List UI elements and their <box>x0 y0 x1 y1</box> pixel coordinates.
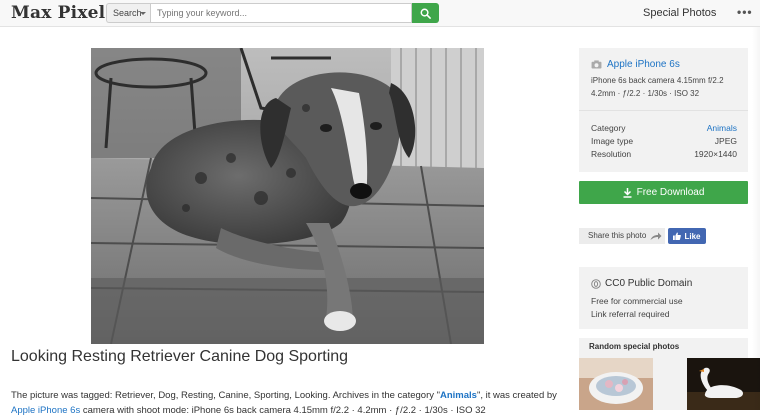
image-info-card: Category Animals Image type JPEG Resolut… <box>579 110 748 172</box>
info-row-resolution: Resolution 1920×1440 <box>591 149 737 159</box>
info-value: JPEG <box>714 136 737 146</box>
photo-description: The picture was tagged: Retriever, Dog, … <box>11 388 571 418</box>
info-row-image-type: Image type JPEG <box>591 136 737 146</box>
desc-text-prefix: The picture was tagged: Retriever, Dog, … <box>11 390 440 401</box>
photo-title: Looking Resting Retriever Canine Dog Spo… <box>11 348 349 365</box>
random-photo-thumb-swan[interactable] <box>687 358 760 410</box>
cc0-icon <box>591 278 601 289</box>
bowl-thumbnail-image <box>579 358 653 410</box>
info-value: 1920×1440 <box>694 149 737 159</box>
more-menu-icon[interactable]: ••• <box>737 5 753 19</box>
info-label: Image type <box>591 136 634 146</box>
camera-lens: iPhone 6s back camera 4.15mm f/2.2 <box>591 76 724 85</box>
camera-icon <box>591 60 602 69</box>
main-photo[interactable] <box>91 48 484 344</box>
random-photos-title: Random special photos <box>589 342 680 351</box>
caret-down-icon <box>140 12 146 15</box>
license-title: CC0 Public Domain <box>591 278 692 289</box>
category-link[interactable]: Animals <box>440 390 477 401</box>
swan-thumbnail-image <box>687 358 760 410</box>
desc-text-middle: ", it was created by <box>476 390 557 401</box>
camera-settings: 4.2mm · ƒ/2.2 · 1/30s · ISO 32 <box>591 89 700 98</box>
search-icon <box>420 8 431 19</box>
desc-text-suffix: camera with shoot mode: iPhone 6s back c… <box>80 405 486 416</box>
camera-name: Apple iPhone 6s <box>607 59 680 70</box>
page-edge <box>752 27 760 410</box>
license-line-commercial: Free for commercial use <box>591 296 683 306</box>
like-label: Like <box>684 231 701 241</box>
license-card: CC0 Public Domain Free for commercial us… <box>579 267 748 329</box>
share-label: Share this photo <box>588 231 647 240</box>
info-row-category: Category Animals <box>591 123 737 133</box>
info-label: Category <box>591 123 626 133</box>
search-input[interactable] <box>150 3 412 23</box>
share-label-box: Share this photo <box>579 228 665 244</box>
download-icon <box>623 187 632 198</box>
dog-photo-image <box>91 48 484 344</box>
search-button[interactable] <box>412 3 439 23</box>
facebook-like-button[interactable]: Like <box>668 228 706 244</box>
random-photo-thumb-bowl[interactable] <box>579 358 653 410</box>
nav-special-photos[interactable]: Special Photos <box>643 7 716 19</box>
top-navbar: Max Pixel Search Special Photos ••• <box>0 0 760 27</box>
search-bar: Search <box>106 3 439 23</box>
free-download-button[interactable]: Free Download <box>579 181 748 204</box>
search-type-label: Search <box>113 8 142 18</box>
camera-card: Apple iPhone 6s iPhone 6s back camera 4.… <box>579 48 748 110</box>
share-arrow-icon <box>650 232 662 240</box>
category-link-text: Animals <box>440 390 477 401</box>
share-bar: Share this photo Like <box>579 228 706 244</box>
camera-link[interactable]: Apple iPhone 6s <box>11 405 80 416</box>
random-photos-card: Random special photos <box>579 338 760 410</box>
license-line-referral: Link referral required <box>591 309 670 319</box>
license-title-text: CC0 Public Domain <box>605 278 693 289</box>
search-type-dropdown[interactable]: Search <box>106 3 150 23</box>
info-label: Resolution <box>591 149 632 159</box>
download-label: Free Download <box>636 187 705 198</box>
camera-title[interactable]: Apple iPhone 6s <box>591 59 680 70</box>
site-logo[interactable]: Max Pixel <box>11 3 105 23</box>
category-value-link[interactable]: Animals <box>707 123 737 133</box>
thumbs-up-icon <box>673 232 682 240</box>
